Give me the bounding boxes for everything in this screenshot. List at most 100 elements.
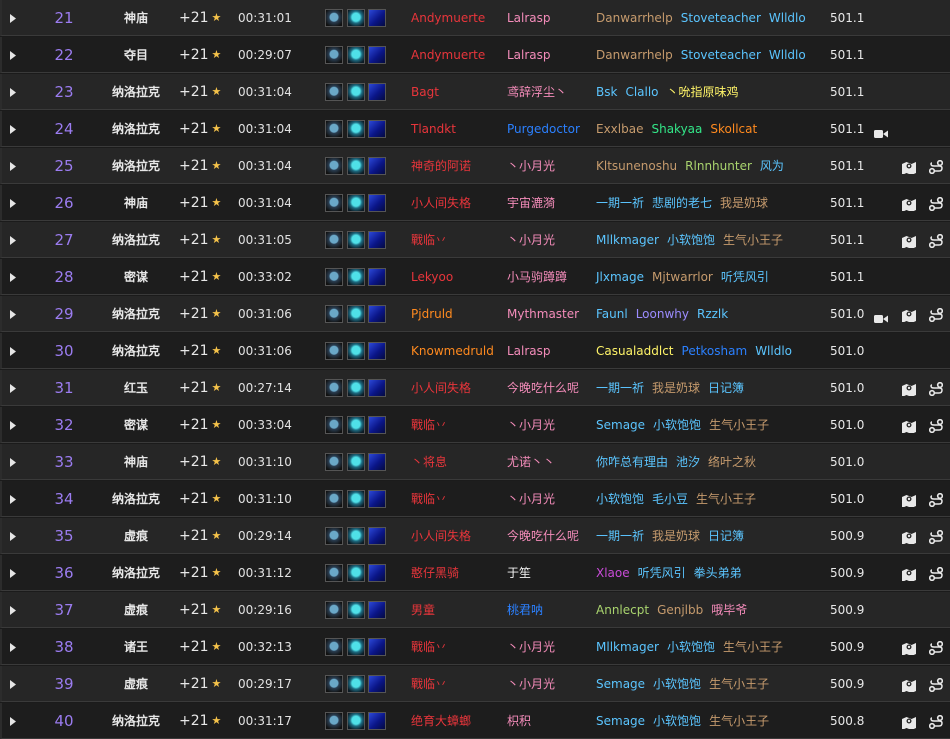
- dps-player[interactable]: Semage: [596, 418, 645, 432]
- route-map-icon[interactable]: [902, 640, 916, 659]
- seasonal-affix-icon[interactable]: [368, 564, 386, 582]
- dps-player[interactable]: Kltsunenoshu: [596, 159, 677, 173]
- dps-player[interactable]: Stoveteacher: [681, 48, 761, 62]
- dps-player[interactable]: 我是奶球: [652, 529, 700, 543]
- dps-player[interactable]: Mjtwarrlor: [652, 270, 713, 284]
- mdt-route-icon[interactable]: [928, 566, 944, 585]
- route-map-icon[interactable]: [902, 714, 916, 733]
- healer-player[interactable]: 枳积: [507, 703, 593, 739]
- dps-player[interactable]: 络叶之秋: [708, 455, 756, 469]
- dps-player[interactable]: Mllkmager: [596, 233, 659, 247]
- tank-player[interactable]: 小人间失格: [411, 185, 501, 221]
- thundering-affix-icon[interactable]: [347, 342, 365, 360]
- tyrannical-affix-icon[interactable]: [325, 379, 343, 397]
- table-row[interactable]: 27 纳洛拉克 +21 ★ 00:31:05 戰临丷 丶小月光 Mllkmager 小软饱饱 生气…: [0, 222, 950, 258]
- thundering-affix-icon[interactable]: [347, 601, 365, 619]
- mdt-route-icon[interactable]: [928, 418, 944, 437]
- seasonal-affix-icon[interactable]: [368, 194, 386, 212]
- table-row[interactable]: 21 神庙 +21 ★ 00:31:01 Andymuerte Lalrasp Danwarr…: [0, 0, 950, 36]
- dps-player[interactable]: 你咋总有理由: [596, 455, 668, 469]
- tyrannical-affix-icon[interactable]: [325, 490, 343, 508]
- tank-player[interactable]: 神奇的阿诺: [411, 148, 501, 184]
- dps-player[interactable]: Skollcat: [710, 122, 757, 136]
- tyrannical-affix-icon[interactable]: [325, 712, 343, 730]
- healer-player[interactable]: 丶小月光: [507, 481, 593, 517]
- tyrannical-affix-icon[interactable]: [325, 305, 343, 323]
- dps-player[interactable]: 小软饱饱: [653, 714, 701, 728]
- expand-arrow-icon[interactable]: [10, 555, 18, 591]
- expand-arrow-icon[interactable]: [10, 481, 18, 517]
- tyrannical-affix-icon[interactable]: [325, 194, 343, 212]
- dps-player[interactable]: Shakyaa: [651, 122, 702, 136]
- seasonal-affix-icon[interactable]: [368, 527, 386, 545]
- healer-player[interactable]: Lalrasp: [507, 333, 593, 369]
- thundering-affix-icon[interactable]: [347, 268, 365, 286]
- tyrannical-affix-icon[interactable]: [325, 231, 343, 249]
- thundering-affix-icon[interactable]: [347, 416, 365, 434]
- tyrannical-affix-icon[interactable]: [325, 9, 343, 27]
- expand-arrow-icon[interactable]: [10, 407, 18, 443]
- tyrannical-affix-icon[interactable]: [325, 46, 343, 64]
- expand-arrow-icon[interactable]: [10, 592, 18, 628]
- dps-player[interactable]: 生气小王子: [723, 640, 783, 654]
- table-row[interactable]: 37 虚痕 +21 ★ 00:29:16 男童 桃君呐 Annlecpt Genjlbb 哦毕爷 5…: [0, 592, 950, 628]
- seasonal-affix-icon[interactable]: [368, 453, 386, 471]
- dps-player[interactable]: Semage: [596, 714, 645, 728]
- dps-player[interactable]: Wlldlo: [769, 11, 806, 25]
- expand-arrow-icon[interactable]: [10, 518, 18, 554]
- dps-player[interactable]: 生气小王子: [696, 492, 756, 506]
- dps-player[interactable]: 生气小王子: [709, 714, 769, 728]
- thundering-affix-icon[interactable]: [347, 527, 365, 545]
- tank-player[interactable]: 绝育大蟑螂: [411, 703, 501, 739]
- mdt-route-icon[interactable]: [928, 381, 944, 400]
- dps-player[interactable]: 池汐: [676, 455, 700, 469]
- mdt-route-icon[interactable]: [928, 196, 944, 215]
- healer-player[interactable]: 鸢辞浮尘丶: [507, 74, 593, 110]
- tank-player[interactable]: Andymuerte: [411, 0, 501, 36]
- tank-player[interactable]: Tlandkt: [411, 111, 501, 147]
- table-row[interactable]: 33 神庙 +21 ★ 00:31:10 丶将息 尤诺丶丶 你咋总有理由 池汐 络叶之秋 501.0: [0, 444, 950, 480]
- dps-player[interactable]: Faunl: [596, 307, 628, 321]
- tank-player[interactable]: Bagt: [411, 74, 501, 110]
- dps-player[interactable]: 生气小王子: [709, 677, 769, 691]
- table-row[interactable]: 34 纳洛拉克 +21 ★ 00:31:10 戰临丷 丶小月光 小软饱饱 毛小豆 生气小王子 501…: [0, 481, 950, 517]
- healer-player[interactable]: Mythmaster: [507, 296, 593, 332]
- tyrannical-affix-icon[interactable]: [325, 564, 343, 582]
- route-map-icon[interactable]: [902, 418, 916, 437]
- tyrannical-affix-icon[interactable]: [325, 601, 343, 619]
- video-camera-icon[interactable]: [874, 124, 888, 143]
- dps-player[interactable]: Rlnnhunter: [685, 159, 752, 173]
- expand-arrow-icon[interactable]: [10, 222, 18, 258]
- thundering-affix-icon[interactable]: [347, 638, 365, 656]
- dps-player[interactable]: 小软饱饱: [653, 418, 701, 432]
- dps-player[interactable]: Casualaddlct: [596, 344, 674, 358]
- expand-arrow-icon[interactable]: [10, 666, 18, 702]
- dps-player[interactable]: 悲剧的老七: [652, 196, 712, 210]
- video-camera-icon[interactable]: [874, 309, 888, 328]
- dps-player[interactable]: 哦毕爷: [711, 603, 747, 617]
- dps-player[interactable]: 小软饱饱: [596, 492, 644, 506]
- healer-player[interactable]: 丶小月光: [507, 148, 593, 184]
- route-map-icon[interactable]: [902, 492, 916, 511]
- mdt-route-icon[interactable]: [928, 307, 944, 326]
- dps-player[interactable]: 一期一祈: [596, 381, 644, 395]
- dps-player[interactable]: Rzzlk: [697, 307, 728, 321]
- table-row[interactable]: 35 虚痕 +21 ★ 00:29:14 小人间失格 今晚吃什么呢 一期一祈 我是奶球 日记簿 50…: [0, 518, 950, 554]
- table-row[interactable]: 36 纳洛拉克 +21 ★ 00:31:12 憨仔黑骑 于笙 Xlaoe 听凭风引 拳头弟弟 500…: [0, 555, 950, 591]
- dps-player[interactable]: Bsk: [596, 85, 617, 99]
- tank-player[interactable]: 戰临丷: [411, 666, 501, 702]
- thundering-affix-icon[interactable]: [347, 9, 365, 27]
- dps-player[interactable]: 拳头弟弟: [694, 566, 742, 580]
- thundering-affix-icon[interactable]: [347, 564, 365, 582]
- expand-arrow-icon[interactable]: [10, 703, 18, 739]
- route-map-icon[interactable]: [902, 529, 916, 548]
- route-map-icon[interactable]: [902, 677, 916, 696]
- healer-player[interactable]: 桃君呐: [507, 592, 593, 628]
- mdt-route-icon[interactable]: [928, 714, 944, 733]
- table-row[interactable]: 31 红玉 +21 ★ 00:27:14 小人间失格 今晚吃什么呢 一期一祈 我是奶球 日记簿 50…: [0, 370, 950, 406]
- table-row[interactable]: 25 纳洛拉克 +21 ★ 00:31:04 神奇的阿诺 丶小月光 Kltsunenoshu R…: [0, 148, 950, 184]
- dps-player[interactable]: 生气小王子: [723, 233, 783, 247]
- tank-player[interactable]: 小人间失格: [411, 370, 501, 406]
- seasonal-affix-icon[interactable]: [368, 120, 386, 138]
- expand-arrow-icon[interactable]: [10, 0, 18, 36]
